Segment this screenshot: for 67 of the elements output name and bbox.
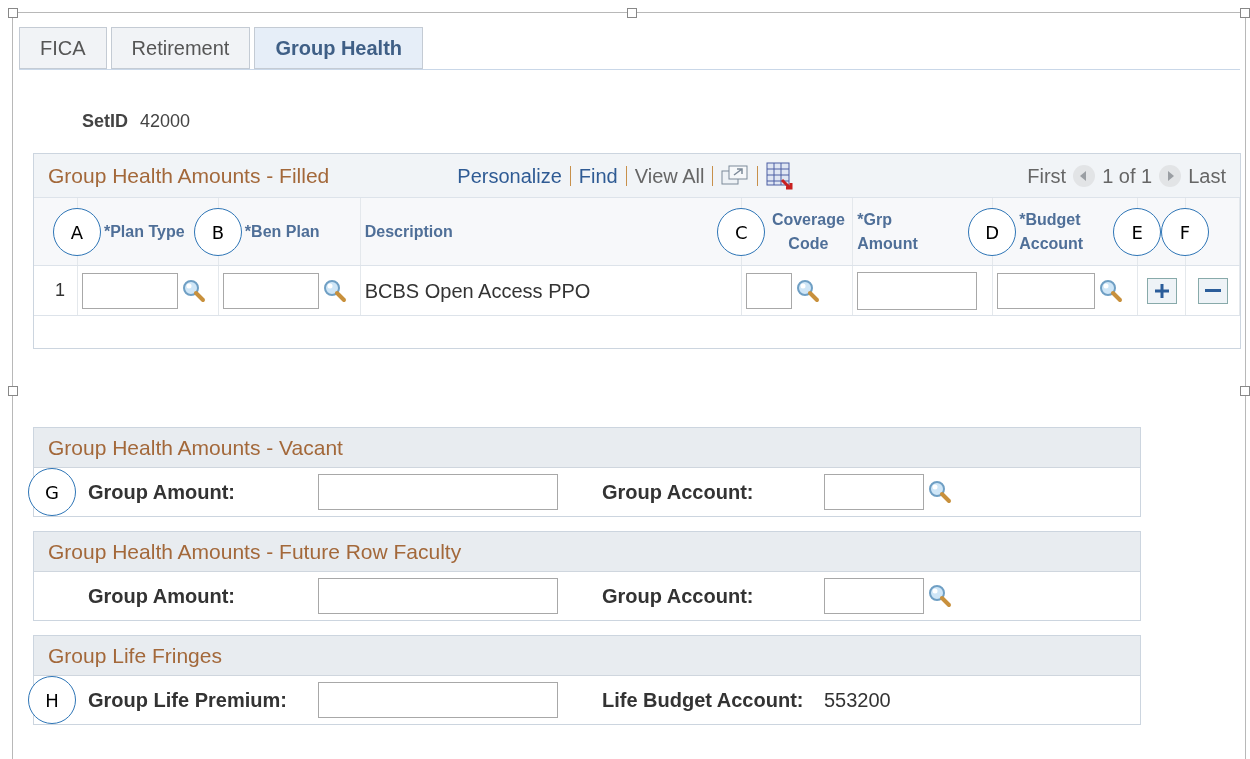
setid-label: SetID: [82, 110, 128, 133]
field-label: Group Account:: [602, 481, 754, 503]
callout-marker: A: [52, 208, 101, 256]
amount-field[interactable]: [857, 271, 978, 310]
lookup-field[interactable]: [997, 272, 1096, 309]
resize-handle[interactable]: [8, 8, 18, 18]
next-icon[interactable]: [1158, 163, 1183, 188]
setid-value: 42000: [140, 110, 191, 133]
grid-title: Group Health Amounts - Filled: [48, 162, 330, 189]
callout-marker: B: [193, 208, 242, 256]
minus-icon: [1204, 289, 1221, 292]
section-title: Group Life Fringes: [48, 642, 222, 669]
search-icon[interactable]: [1099, 278, 1124, 303]
plus-icon: [1153, 282, 1170, 299]
lookup-field[interactable]: [746, 272, 793, 309]
tab[interactable]: Group Health: [254, 27, 424, 69]
field-label: Group Amount:: [88, 481, 235, 503]
callout-marker: D: [968, 208, 1017, 256]
resize-handle[interactable]: [8, 386, 18, 396]
field-label: Group Account:: [602, 585, 754, 607]
column-header[interactable]: Coverage Code: [768, 207, 849, 256]
lookup-field[interactable]: [824, 578, 924, 614]
callout-marker: E: [1113, 208, 1162, 256]
column-header[interactable]: *Budget Account: [1019, 207, 1108, 256]
first-label: First: [1027, 163, 1067, 189]
grid-link[interactable]: Find: [578, 160, 618, 191]
callout-marker: H: [28, 676, 76, 724]
delete-row-button[interactable]: [1197, 277, 1228, 304]
search-icon[interactable]: [181, 278, 206, 303]
field-label: Group Life Premium:: [88, 689, 287, 711]
add-row-button[interactable]: [1146, 277, 1177, 304]
resize-handle[interactable]: [1240, 386, 1250, 396]
resize-handle[interactable]: [1240, 8, 1250, 18]
row-number: 1: [54, 279, 65, 302]
callout-marker: G: [28, 468, 76, 516]
field-label: Group Amount:: [88, 585, 235, 607]
tab[interactable]: FICA: [19, 27, 107, 69]
page-count: 1 of 1: [1102, 163, 1153, 189]
column-header[interactable]: *Ben Plan: [244, 219, 320, 244]
column-header[interactable]: Description: [364, 219, 453, 244]
lookup-field[interactable]: [222, 272, 319, 309]
lookup-field[interactable]: [824, 474, 924, 510]
callout-marker: F: [1161, 208, 1210, 256]
previous-icon[interactable]: [1072, 163, 1097, 188]
column-header[interactable]: *Plan Type: [103, 219, 185, 244]
section-title: Group Health Amounts - Vacant: [48, 434, 343, 461]
callout-marker: C: [717, 208, 766, 256]
view-all-link[interactable]: View All: [634, 160, 705, 191]
lookup-field[interactable]: [81, 272, 178, 309]
field-label: Life Budget Account:: [602, 689, 804, 711]
section-title: Group Health Amounts - Future Row Faculty: [48, 538, 462, 565]
grid-link[interactable]: Personalize: [457, 160, 562, 191]
text-field[interactable]: [318, 578, 558, 614]
tab[interactable]: Retirement: [110, 27, 251, 69]
text-field[interactable]: [318, 474, 558, 510]
search-icon[interactable]: [796, 278, 821, 303]
search-icon[interactable]: [322, 278, 347, 303]
field-value: 553200: [824, 688, 891, 713]
description-text: BCBS Open Access PPO: [364, 278, 591, 304]
new-window-icon[interactable]: [721, 164, 750, 187]
text-field[interactable]: [318, 682, 558, 718]
resize-handle[interactable]: [627, 8, 637, 18]
search-icon[interactable]: [928, 480, 952, 504]
search-icon[interactable]: [928, 584, 952, 608]
column-header[interactable]: *Grp Amount: [857, 207, 946, 256]
last-label: Last: [1188, 163, 1226, 189]
spreadsheet-icon[interactable]: [766, 161, 795, 190]
